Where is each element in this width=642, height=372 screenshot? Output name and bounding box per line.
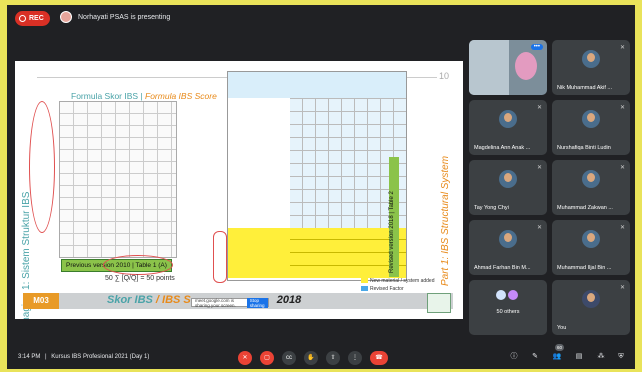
participant-name: Magdelina Ann Anak ... [474,145,531,151]
activities-icon[interactable]: ⁂ [595,351,607,363]
participant-tile[interactable]: ✕ Ahmad Farhan Bin M... [469,220,547,275]
shared-screen: 10 Formula Skor IBS | Formula IBS Score … [15,61,463,319]
module-badge: M03 [23,293,59,309]
legend-new: New material / system added [370,278,435,284]
camera-toggle-button[interactable]: ▢ [260,351,274,365]
slide-title-left: Formula Skor IBS [71,91,139,101]
avatar [582,50,600,68]
avatar [582,110,600,128]
annotation-bracket [213,231,227,283]
avatar [582,230,600,248]
participant-name: Muhammad Zakwan ... [557,205,613,211]
raise-hand-button[interactable]: ✋ [304,351,318,365]
presenter-indicator: Norhayati PSAS is presenting [60,11,170,23]
avatar [582,170,600,188]
revised-version-label: Revised version 2018 | Table 2 [389,157,399,277]
mic-off-icon: ✕ [619,45,625,51]
participant-tile[interactable]: ✕ Muhammad Zakwan ... [552,160,630,215]
mic-off-icon: ✕ [619,105,625,111]
table-legend: New material / system added Revised Fact… [361,277,434,293]
annotation-ellipse-2 [103,255,173,275]
mic-toggle-button[interactable]: ✕ [238,351,252,365]
score-table-revised [227,71,407,281]
mic-off-icon: ✕ [536,225,542,231]
slide-number: 10 [439,71,450,81]
present-button[interactable]: ⇧ [326,351,340,365]
sharing-bar: meet.google.com is sharing your screen. … [191,297,269,308]
participant-tile[interactable]: ✕ Muhammad Iljal Bin ... [552,220,630,275]
participant-tile[interactable]: ✕ Tay Yong Chyi [469,160,547,215]
avatar [499,110,517,128]
mic-off-icon: ✕ [619,285,625,291]
clock-time: 3:14 PM [18,354,41,360]
sharing-text: meet.google.com is sharing your screen. [195,297,236,308]
leave-call-button[interactable]: ☎ [370,351,388,365]
footer-title-year: 2018 [276,294,302,306]
info-icon[interactable]: ⓘ [508,351,520,363]
mic-off-icon: ✕ [536,165,542,171]
participant-name: Muhammad Iljal Bin ... [557,265,612,271]
participants-badge: 60 [555,344,565,351]
formula-text: 50 ∑ [Q/Q] = 50 points [105,275,175,282]
mic-off-icon: ✕ [619,225,625,231]
slide-title-right: Formula IBS Score [145,91,217,101]
others-tile[interactable]: 50 others [469,280,547,335]
participant-tile[interactable]: ✕ Magdelina Ann Anak ... [469,100,547,155]
slide-title: Formula Skor IBS | Formula IBS Score [71,91,217,101]
org-logo [427,293,451,313]
people-icon[interactable]: 👥 60 [551,344,565,363]
participant-name: You [557,325,567,331]
participant-name: Nik Muhammad Akif ... [557,85,613,91]
others-count: 50 others [496,309,520,315]
chat-icon[interactable]: ▤ [573,351,585,363]
more-options-icon[interactable]: ••• [530,44,543,50]
participant-tile[interactable]: ✕ Nurshafiqa Binti Ludin [552,100,630,155]
top-bar: REC Norhayati PSAS is presenting [7,5,635,31]
recording-badge: REC [15,11,50,26]
meeting-title: Kursus IBS Profesional 2021 (Day 1) [51,354,150,360]
annotation-ellipse [29,101,55,233]
presenter-text: Norhayati PSAS is presenting [78,13,171,21]
revised-version-text: Revised version 2018 | Table 2 [389,191,395,273]
participant-tile-self-view[interactable]: ••• [469,40,547,95]
captions-button[interactable]: cc [282,351,296,365]
stop-sharing-button[interactable]: Stop sharing [246,297,268,308]
vertical-label-right: Part 1: IBS Structural System [440,155,451,286]
shield-icon[interactable]: ⛨ [615,351,627,363]
participant-name: Nurshafiqa Binti Ludin [557,145,611,151]
mic-off-icon: ✕ [619,165,625,171]
slide-title-sep: | [138,91,146,101]
participant-tile-you[interactable]: ✕ You [552,280,630,335]
host-controls-icon[interactable]: ✎ [529,351,541,363]
meeting-details: 3:14 PM | Kursus IBS Profesional 2021 (D… [18,354,149,360]
participant-tile[interactable]: ✕ Nik Muhammad Akif ... [552,40,630,95]
avatar [499,230,517,248]
score-table-old [59,101,177,258]
mic-off-icon: ✕ [536,105,542,111]
footer-title-1: Skor IBS [107,294,153,306]
participant-name: Ahmad Farhan Bin M... [474,265,531,271]
footer-title-2: IBS S [162,294,191,306]
more-options-button[interactable]: ⋮ [348,351,362,365]
footer-title-sep: / [152,294,163,306]
meet-window: REC Norhayati PSAS is presenting 10 Form… [7,5,635,369]
legend-revised: Revised Factor [370,286,404,292]
recording-label: REC [29,15,44,22]
meeting-separator: | [45,354,47,360]
avatar [582,290,600,308]
avatar [499,170,517,188]
presenter-avatar [60,11,72,23]
record-icon [19,15,26,22]
participant-name: Tay Yong Chyi [474,205,509,211]
